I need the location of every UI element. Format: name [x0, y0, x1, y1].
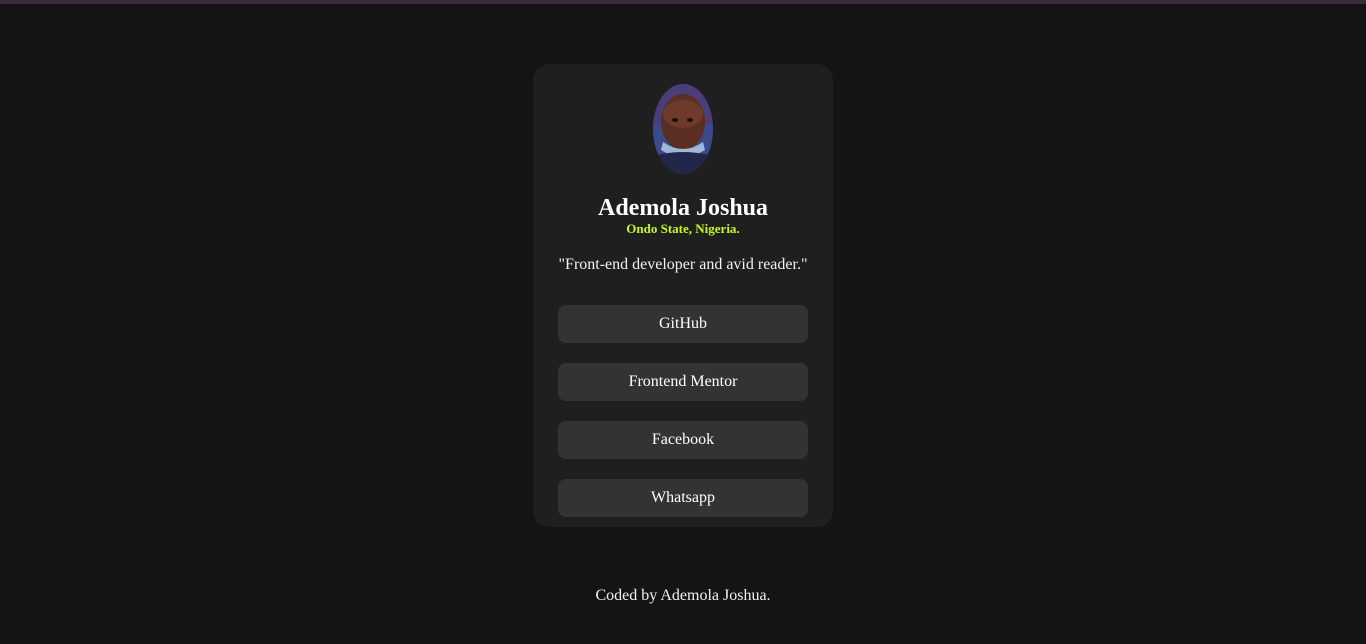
frontend-mentor-link-button[interactable]: Frontend Mentor [558, 363, 808, 401]
footer-credit: Coded by Ademola Joshua. [595, 587, 771, 604]
profile-card: Ademola Joshua Ondo State, Nigeria. "Fro… [533, 64, 833, 527]
profile-location: Ondo State, Nigeria. [626, 221, 740, 236]
facebook-link-button[interactable]: Facebook [558, 421, 808, 459]
whatsapp-link-button[interactable]: Whatsapp [558, 479, 808, 517]
github-link-button[interactable]: GitHub [558, 305, 808, 343]
profile-bio: "Front-end developer and avid reader." [558, 256, 808, 273]
top-border [0, 0, 1366, 4]
profile-name: Ademola Joshua [597, 195, 769, 221]
avatar [653, 84, 713, 174]
